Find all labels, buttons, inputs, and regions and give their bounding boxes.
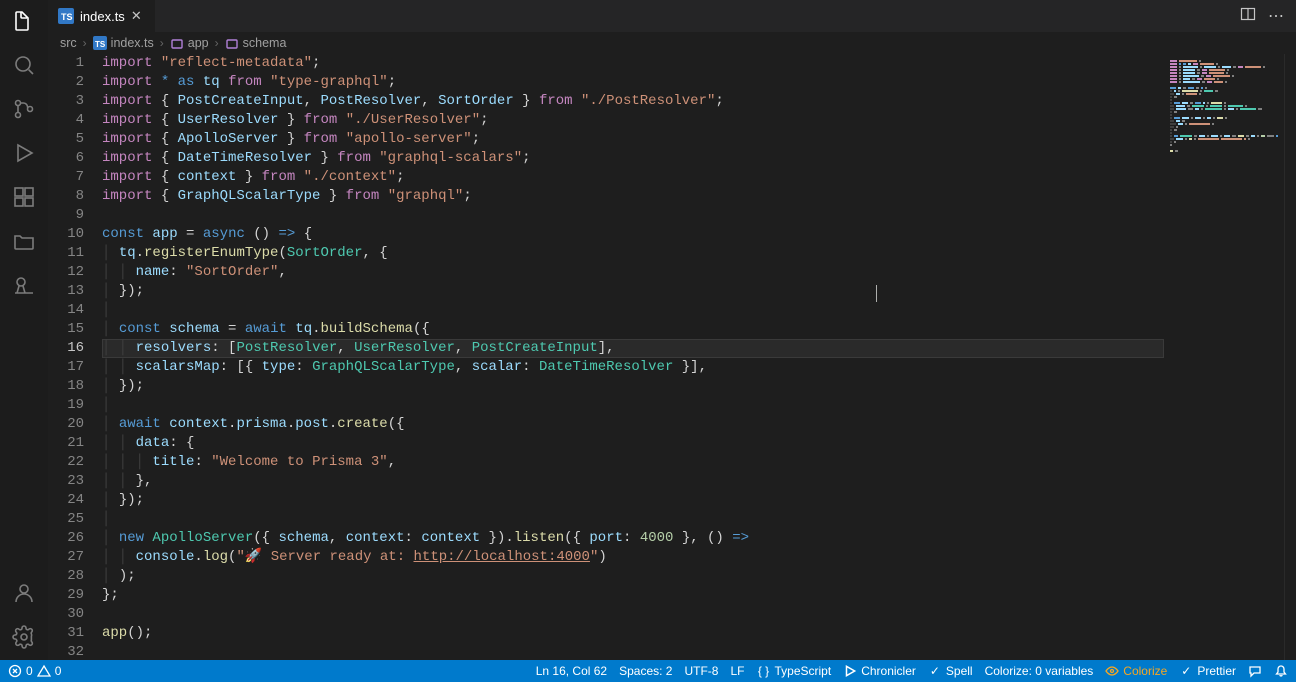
status-bar: 0 0 Ln 16, Col 62 Spaces: 2 UTF-8 LF { }… (0, 660, 1296, 682)
status-colorize[interactable]: Colorize (1105, 664, 1167, 678)
check-icon: ✓ (1179, 664, 1193, 678)
status-feedback-icon[interactable] (1248, 664, 1262, 678)
symbol-method-icon (170, 36, 184, 50)
split-editor-icon[interactable] (1240, 6, 1256, 27)
search-icon[interactable] (11, 52, 37, 78)
bookmark-icon[interactable] (11, 272, 37, 298)
activity-bar (0, 0, 48, 660)
svg-text:TS: TS (61, 12, 73, 22)
code-editor[interactable]: 1234567891011121314151617181920212223242… (48, 54, 1164, 660)
tab-label: index.ts (80, 9, 125, 24)
line-number-gutter: 1234567891011121314151617181920212223242… (48, 54, 102, 660)
chevron-right-icon: › (160, 36, 164, 50)
source-control-icon[interactable] (11, 96, 37, 122)
status-colorize-vars[interactable]: Colorize: 0 variables (985, 664, 1094, 678)
scrollbar[interactable] (1284, 54, 1296, 660)
status-problems[interactable]: 0 0 (8, 664, 61, 678)
files-icon[interactable] (11, 228, 37, 254)
typescript-file-icon: TS (58, 8, 74, 24)
status-encoding[interactable]: UTF-8 (684, 664, 718, 678)
tab-bar: TS index.ts ✕ ⋯ (48, 0, 1296, 32)
breadcrumb-item[interactable]: schema (243, 36, 287, 50)
breadcrumb-item[interactable]: index.ts (111, 36, 154, 50)
breadcrumb-item[interactable]: app (188, 36, 209, 50)
editor-group: TS index.ts ✕ ⋯ src › TS index.ts › (48, 0, 1296, 660)
chevron-right-icon: › (83, 36, 87, 50)
svg-text:TS: TS (95, 40, 106, 49)
breadcrumb[interactable]: src › TS index.ts › app › schema (48, 32, 1296, 54)
run-debug-icon[interactable] (11, 140, 37, 166)
status-indentation[interactable]: Spaces: 2 (619, 664, 672, 678)
status-language[interactable]: { } TypeScript (757, 664, 832, 678)
settings-gear-icon[interactable] (11, 624, 37, 650)
explorer-icon[interactable] (11, 8, 37, 34)
bell-icon (1274, 664, 1288, 678)
minimap[interactable] (1164, 54, 1284, 660)
chevron-right-icon: › (215, 36, 219, 50)
accounts-icon[interactable] (11, 580, 37, 606)
warning-icon (37, 664, 51, 678)
status-eol[interactable]: LF (730, 664, 744, 678)
status-cursor-position[interactable]: Ln 16, Col 62 (536, 664, 607, 678)
extensions-icon[interactable] (11, 184, 37, 210)
error-icon (8, 664, 22, 678)
text-cursor (876, 285, 877, 302)
more-icon[interactable]: ⋯ (1268, 6, 1284, 27)
feedback-icon (1248, 664, 1262, 678)
close-icon[interactable]: ✕ (131, 8, 145, 24)
status-chronicler[interactable]: Chronicler (843, 664, 916, 678)
check-icon: ✓ (928, 664, 942, 678)
status-spell[interactable]: ✓ Spell (928, 664, 973, 678)
tab-index-ts[interactable]: TS index.ts ✕ (48, 0, 156, 32)
eye-icon (1105, 664, 1119, 678)
typescript-file-icon: TS (93, 36, 107, 50)
breadcrumb-item[interactable]: src (60, 36, 77, 50)
status-prettier[interactable]: ✓ Prettier (1179, 664, 1236, 678)
symbol-method-icon (225, 36, 239, 50)
status-bell-icon[interactable] (1274, 664, 1288, 678)
play-icon (843, 664, 857, 678)
braces-icon: { } (757, 664, 771, 678)
